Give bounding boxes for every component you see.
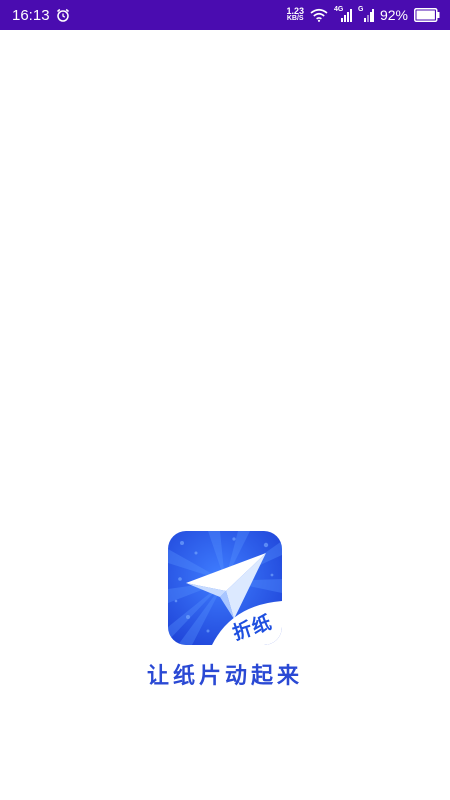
status-bar: 16:13 1.23 KB/S 4G G 92% xyxy=(0,0,450,30)
cell-signal-g-icon: G xyxy=(358,6,374,23)
app-logo: 折纸 xyxy=(168,531,282,645)
status-bar-right: 1.23 KB/S 4G G 92% xyxy=(286,6,440,23)
splash-slogan: 让纸片动起来 xyxy=(146,664,303,689)
status-bar-left: 16:13 xyxy=(12,7,70,24)
battery-icon xyxy=(414,8,440,22)
splash-screen: 16:13 1.23 KB/S 4G G 92% 折纸 让纸片动起来 xyxy=(0,0,450,800)
clock-time: 16:13 xyxy=(12,6,50,24)
cell-signal-4g-icon: 4G xyxy=(334,6,352,23)
battery-percent: 92% xyxy=(379,7,408,23)
network-speed: 1.23 KB/S xyxy=(286,6,304,23)
wifi-icon xyxy=(310,8,328,22)
alarm-clock-icon xyxy=(56,8,70,22)
